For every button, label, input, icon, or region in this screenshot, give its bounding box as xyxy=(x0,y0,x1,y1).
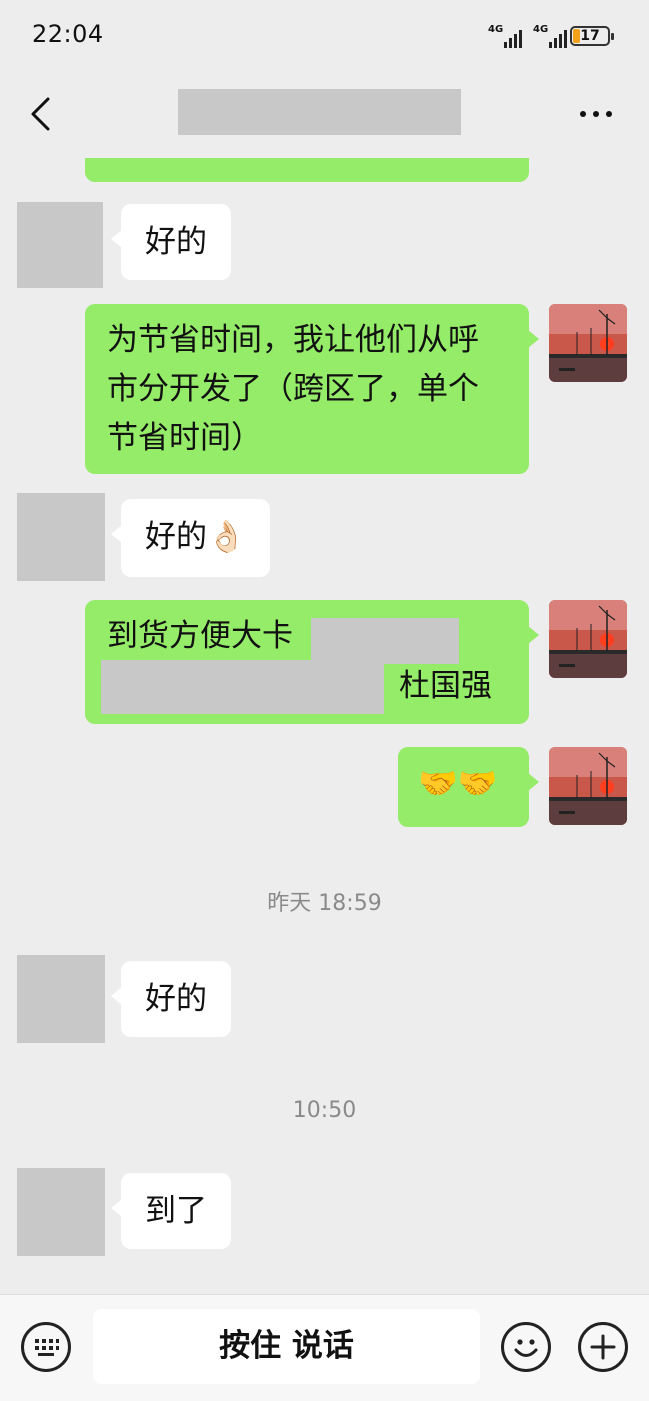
battery-icon: 17 xyxy=(570,26,614,46)
chevron-left-icon xyxy=(31,97,50,131)
status-time: 22:04 xyxy=(32,20,104,48)
sunset-windmill-icon xyxy=(549,747,627,825)
back-button[interactable] xyxy=(28,96,54,132)
message-bubble-received[interactable]: 到了 xyxy=(111,1173,231,1249)
network-type-label: 4G xyxy=(533,24,549,35)
message-text-line1: 到货方便大卡 xyxy=(107,618,293,654)
user-avatar[interactable] xyxy=(549,600,627,678)
message-bubble-received[interactable]: 好的 xyxy=(111,204,231,280)
message-bubble-sent[interactable]: 为节省时间，我让他们从呼市分开发了（跨区了，单个节省时间） xyxy=(85,304,539,474)
keyboard-icon xyxy=(35,1339,59,1356)
hold-to-talk-button[interactable]: 按住 说话 xyxy=(93,1309,480,1384)
user-avatar[interactable] xyxy=(549,747,627,825)
message-text-line2: 杜国强 xyxy=(399,668,492,704)
message-bubble-sent[interactable]: 🤝🤝 xyxy=(398,747,539,827)
handshake-emoji: 🤝🤝 xyxy=(418,764,498,802)
more-dots-icon xyxy=(580,111,612,117)
contact-avatar[interactable] xyxy=(17,493,105,581)
chat-title-redacted xyxy=(178,89,461,135)
sunset-windmill-icon xyxy=(549,304,627,382)
user-avatar[interactable] xyxy=(549,304,627,382)
message-text: 好的 xyxy=(145,224,207,260)
message-bubble-received[interactable]: 好的👌🏻 xyxy=(111,499,270,577)
keyboard-toggle-button[interactable] xyxy=(21,1322,71,1372)
ok-hand-emoji: 👌🏻 xyxy=(207,519,246,555)
chat-area[interactable]: 好的 为节省时间，我让他们从呼市分开发了（跨区了，单个节省时间） 好的👌🏻 到货… xyxy=(0,158,649,1294)
timestamp: 昨天 18:59 xyxy=(267,891,382,916)
redacted-text xyxy=(311,618,459,664)
emoji-button[interactable] xyxy=(501,1322,551,1372)
message-bubble-sent[interactable]: 到货方便大卡 杜国强 xyxy=(85,600,539,724)
contact-avatar[interactable] xyxy=(17,1168,105,1256)
signal-strength-icon: 4G xyxy=(488,24,528,48)
contact-avatar[interactable] xyxy=(17,202,103,288)
plus-icon xyxy=(590,1334,616,1360)
smiley-icon xyxy=(514,1339,538,1357)
more-options-button[interactable] xyxy=(576,100,616,128)
message-text: 好的 xyxy=(145,981,207,1017)
message-text: 到了 xyxy=(145,1193,207,1229)
message-text: 为节省时间，我让他们从呼市分开发了（跨区了，单个节省时间） xyxy=(107,322,479,456)
message-bubble-partial[interactable] xyxy=(85,158,529,182)
message-bubble-received[interactable]: 好的 xyxy=(111,961,231,1037)
sunset-windmill-icon xyxy=(549,600,627,678)
contact-avatar[interactable] xyxy=(17,955,105,1043)
more-features-button[interactable] xyxy=(578,1322,628,1372)
battery-level: 17 xyxy=(580,28,600,44)
redacted-text xyxy=(101,660,384,714)
network-type-label: 4G xyxy=(488,24,504,35)
message-text: 好的 xyxy=(145,519,207,555)
signal-strength-icon: 4G xyxy=(533,24,573,48)
timestamp: 10:50 xyxy=(292,1098,357,1123)
